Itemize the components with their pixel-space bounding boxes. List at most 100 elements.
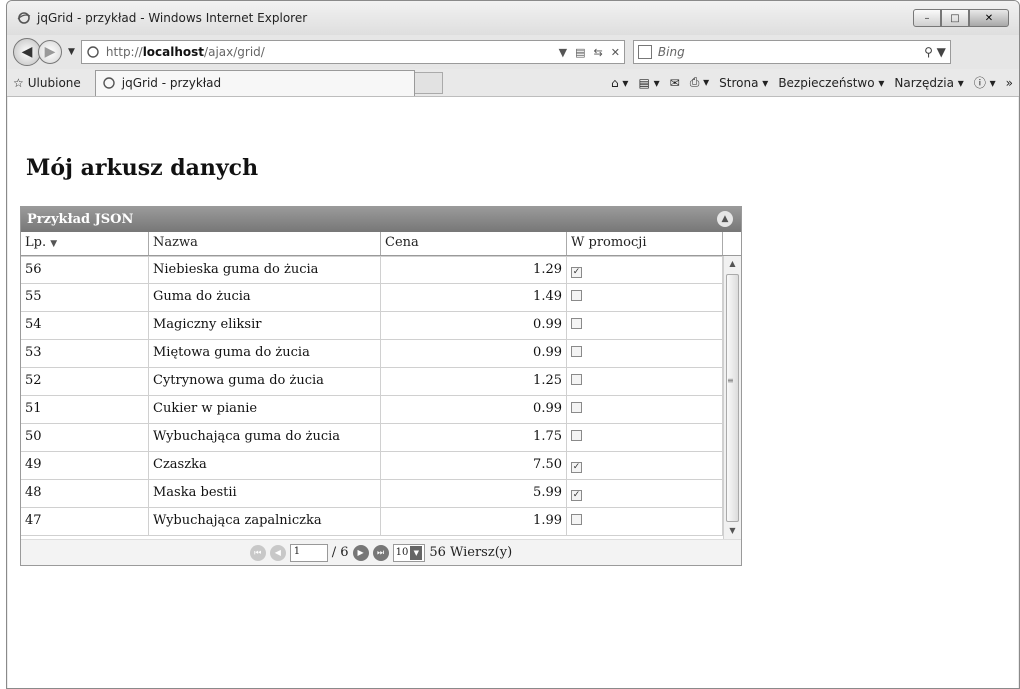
search-box[interactable]: Bing ⚲ ▼ <box>632 40 951 64</box>
cell-promocja <box>567 508 723 535</box>
navigation-bar: ◀ ▶ ▼ http://localhost/ajax/grid/ ▼ ▤ ⇆ … <box>7 35 1019 69</box>
maximize-button[interactable]: □ <box>941 9 969 27</box>
rows-per-page-select[interactable]: 10 ▼ <box>392 543 426 562</box>
cell-cena: 1.29 <box>381 257 567 283</box>
cell-cena: 0.99 <box>381 396 567 423</box>
scroll-up-icon[interactable]: ▲ <box>724 256 741 272</box>
page-menu-label: Strona <box>719 75 759 90</box>
tools-menu-label: Narzędzia <box>894 75 954 90</box>
close-button[interactable]: ✕ <box>969 9 1009 27</box>
mail-icon[interactable]: ✉ <box>670 76 680 90</box>
cell-lp: 48 <box>21 480 149 507</box>
table-row[interactable]: 52 Cytrynowa guma do żucia 1.25 <box>21 368 723 396</box>
scroll-thumb[interactable] <box>726 274 739 522</box>
vertical-scrollbar[interactable]: ▲ ≡ ▼ <box>723 256 741 539</box>
column-header-promocja[interactable]: W promocji <box>567 232 723 255</box>
cell-promocja <box>567 368 723 395</box>
cell-nazwa: Maska bestii <box>149 480 381 507</box>
checkbox-unchecked[interactable] <box>571 514 582 525</box>
home-icon[interactable]: ⌂ ▾ <box>611 76 628 90</box>
grid-caption: Przykład JSON ▲ <box>21 207 741 232</box>
cell-promocja <box>567 284 723 311</box>
cell-nazwa: Miętowa guma do żucia <box>149 340 381 367</box>
table-row[interactable]: 47 Wybuchająca zapalniczka 1.99 <box>21 508 723 536</box>
cell-cena: 0.99 <box>381 312 567 339</box>
url-path: /ajax/grid/ <box>204 45 265 59</box>
cell-promocja <box>567 340 723 367</box>
safety-menu[interactable]: Bezpieczeństwo ▾ <box>778 76 884 90</box>
cell-lp: 52 <box>21 368 149 395</box>
cell-nazwa: Guma do żucia <box>149 284 381 311</box>
record-count: 56 Wiersz(y) <box>429 545 513 560</box>
column-header-nazwa[interactable]: Nazwa <box>149 232 381 255</box>
cell-lp: 56 <box>21 257 149 283</box>
favorites-label: Ulubione <box>27 75 81 90</box>
search-icon[interactable]: ⚲ ▼ <box>924 45 946 59</box>
next-page-icon[interactable]: ▶ <box>352 544 369 561</box>
column-header-lp-label: Lp. <box>25 235 47 250</box>
back-button[interactable]: ◀ <box>13 38 41 66</box>
cell-nazwa: Niebieska guma do żucia <box>149 257 381 283</box>
tab-title: jqGrid - przykład <box>121 76 222 90</box>
refresh-icon[interactable]: ⇆ <box>593 46 602 59</box>
safety-menu-label: Bezpieczeństwo <box>778 75 875 90</box>
table-row[interactable]: 51 Cukier w pianie 0.99 <box>21 396 723 424</box>
checkbox-unchecked[interactable] <box>571 346 582 357</box>
page-menu[interactable]: Strona ▾ <box>719 76 768 90</box>
checkbox-unchecked[interactable] <box>571 318 582 329</box>
overflow-chevron-icon[interactable]: » <box>1006 76 1013 90</box>
checkbox-checked[interactable]: ✓ <box>571 462 582 473</box>
prev-page-icon[interactable]: ◀ <box>269 544 286 561</box>
url-prefix: http:// <box>105 45 143 59</box>
stop-icon[interactable]: ✕ <box>611 46 620 59</box>
minimize-button[interactable]: – <box>913 9 941 27</box>
favorites-button[interactable]: ☆ Ulubione <box>13 76 81 90</box>
page-number-input[interactable]: 1 <box>289 543 328 562</box>
checkbox-unchecked[interactable] <box>571 374 582 385</box>
star-icon: ☆ <box>13 75 24 90</box>
table-row[interactable]: 55 Guma do żucia 1.49 <box>21 284 723 312</box>
table-row[interactable]: 53 Miętowa guma do żucia 0.99 <box>21 340 723 368</box>
cell-lp: 49 <box>21 452 149 479</box>
feeds-icon[interactable]: ▤ ▾ <box>638 76 659 90</box>
tools-menu[interactable]: Narzędzia ▾ <box>894 76 963 90</box>
cell-cena: 1.25 <box>381 368 567 395</box>
forward-button[interactable]: ▶ <box>38 40 62 64</box>
collapse-grid-icon[interactable]: ▲ <box>717 211 733 227</box>
cell-lp: 47 <box>21 508 149 535</box>
cell-cena: 5.99 <box>381 480 567 507</box>
checkbox-unchecked[interactable] <box>571 402 582 413</box>
checkbox-unchecked[interactable] <box>571 290 582 301</box>
print-icon[interactable]: ⎙ ▾ <box>690 75 709 90</box>
table-row[interactable]: 50 Wybuchająca guma do żucia 1.75 <box>21 424 723 452</box>
first-page-icon[interactable]: ⏮ <box>249 544 266 561</box>
cell-promocja <box>567 312 723 339</box>
history-dropdown-icon[interactable]: ▼ <box>68 47 75 57</box>
grid-rows: 56 Niebieska guma do żucia 1.29 ✓ 55 Guma do … <box>21 256 723 536</box>
scroll-down-icon[interactable]: ▼ <box>724 523 741 539</box>
checkbox-checked[interactable]: ✓ <box>571 267 582 278</box>
column-header-cena[interactable]: Cena <box>381 232 567 255</box>
checkbox-checked[interactable]: ✓ <box>571 490 582 501</box>
grid-pager: ⏮ ◀ 1 / 6 ▶ ⏭ 10 ▼ 56 Wiersz(y) <box>21 539 741 565</box>
cell-cena: 0.99 <box>381 340 567 367</box>
tab-page-icon <box>103 77 115 89</box>
sort-desc-icon: ▼ <box>50 239 58 249</box>
cell-cena: 1.75 <box>381 424 567 451</box>
help-icon[interactable]: ⓘ ▾ <box>974 74 996 91</box>
table-row[interactable]: 54 Magiczny eliksir 0.99 <box>21 312 723 340</box>
table-row[interactable]: 49 Czaszka 7.50 ✓ <box>21 452 723 480</box>
title-bar: jqGrid - przykład - Windows Internet Exp… <box>7 1 1019 35</box>
cell-lp: 51 <box>21 396 149 423</box>
tab-active[interactable]: jqGrid - przykład <box>94 69 415 96</box>
table-row[interactable]: 56 Niebieska guma do żucia 1.29 ✓ <box>21 256 723 284</box>
new-tab-button[interactable] <box>414 71 443 94</box>
address-dropdown-icon[interactable]: ▼ <box>559 46 567 59</box>
table-row[interactable]: 48 Maska bestii 5.99 ✓ <box>21 480 723 508</box>
checkbox-unchecked[interactable] <box>571 430 582 441</box>
column-header-lp[interactable]: Lp. ▼ <box>21 232 149 255</box>
last-page-icon[interactable]: ⏭ <box>372 544 389 561</box>
address-bar[interactable]: http://localhost/ajax/grid/ ▼ ▤ ⇆ ✕ <box>80 40 625 64</box>
cell-promocja <box>567 396 723 423</box>
compatibility-view-icon[interactable]: ▤ <box>575 46 585 59</box>
